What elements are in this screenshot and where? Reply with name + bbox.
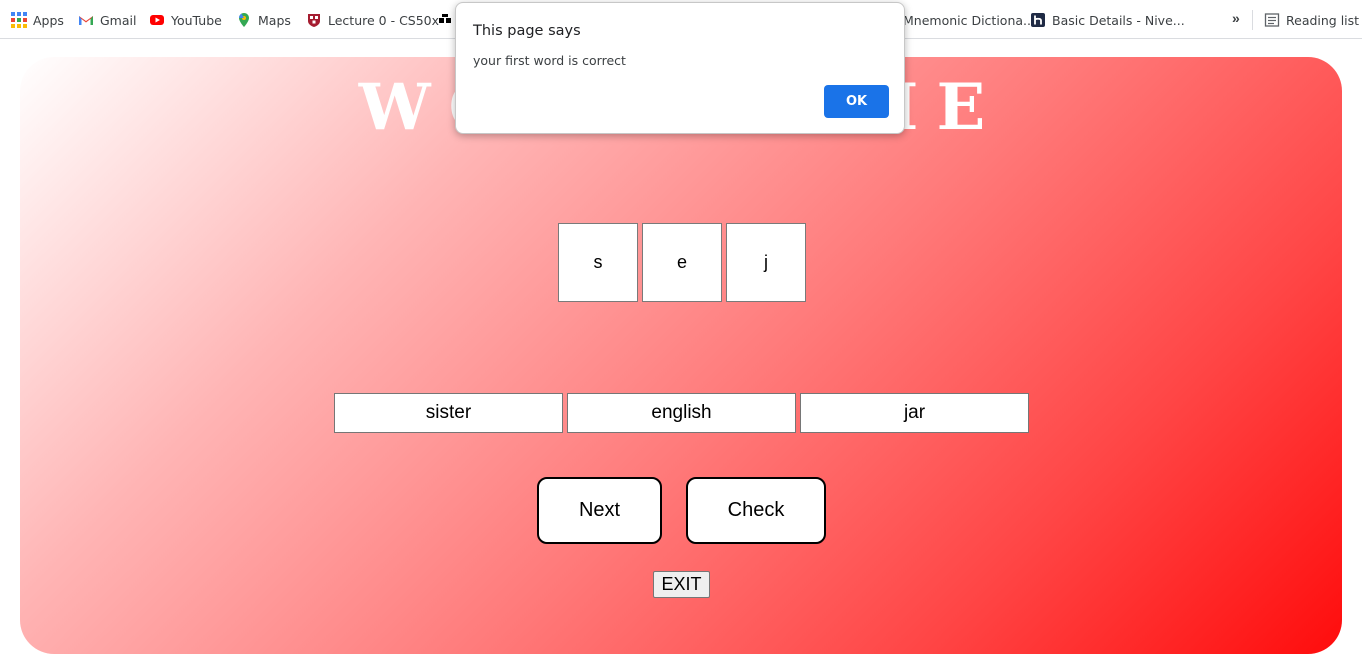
next-button[interactable]: Next: [537, 477, 662, 544]
maps-pin-icon: [239, 13, 249, 27]
bookmark-apps[interactable]: Apps: [11, 10, 64, 30]
bookmark-label: Maps: [258, 12, 291, 28]
reading-list-button[interactable]: Reading list: [1264, 10, 1359, 30]
bookmark-label: YouTube: [171, 12, 222, 28]
letter-tile: s: [558, 223, 638, 302]
bookmark-label: Apps: [33, 12, 64, 28]
bookmark-gmail[interactable]: Gmail: [78, 10, 136, 30]
check-button[interactable]: Check: [686, 477, 826, 544]
alert-dialog: This page says your first word is correc…: [455, 2, 905, 134]
ok-button[interactable]: OK: [824, 85, 889, 118]
dialog-title: This page says: [473, 23, 581, 39]
bookmark-label: Gmail: [100, 12, 137, 28]
bookmark-youtube[interactable]: YouTube: [149, 10, 222, 30]
dialog-message: your first word is correct: [473, 53, 626, 68]
game-card: [20, 57, 1342, 654]
bookmark-mnemonic[interactable]: Mnemonic Dictiona...: [903, 10, 1035, 30]
reading-list-icon: [1264, 13, 1280, 27]
word-input-3[interactable]: [800, 393, 1029, 433]
letter-tile: j: [726, 223, 806, 302]
bookmark-basic-details[interactable]: Basic Details - Nive...: [1030, 10, 1185, 30]
bookmark-label: Basic Details - Nive...: [1052, 12, 1185, 28]
youtube-icon: [150, 15, 164, 25]
word-input-2[interactable]: [567, 393, 796, 433]
bookmarks-divider: [1252, 10, 1253, 30]
letter-tile: e: [642, 223, 722, 302]
bookmarks-overflow-icon[interactable]: »: [1232, 10, 1240, 26]
apps-grid-icon: [11, 12, 27, 28]
harvard-shield-icon: [308, 14, 320, 27]
exit-button[interactable]: EXIT: [653, 571, 710, 598]
page-icon: [439, 14, 451, 23]
bookmark-label: Lecture 0 - CS50x: [328, 12, 440, 28]
gmail-icon: [79, 16, 93, 25]
bookmark-label: Mnemonic Dictiona...: [903, 12, 1035, 28]
h-logo-icon: [1031, 13, 1045, 27]
bookmark-cs50[interactable]: Lecture 0 - CS50x: [306, 10, 439, 30]
reading-list-label: Reading list: [1286, 12, 1360, 28]
word-input-1[interactable]: [334, 393, 563, 433]
bookmark-maps[interactable]: Maps: [236, 10, 291, 30]
